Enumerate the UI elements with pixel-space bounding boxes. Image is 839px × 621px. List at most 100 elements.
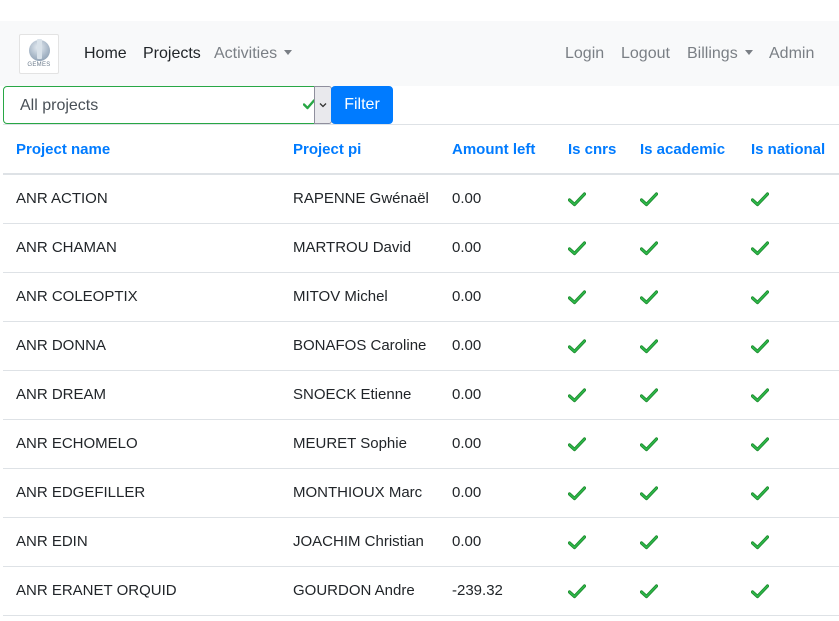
- project-name-cell: ANR EDIN: [3, 517, 280, 567]
- is-national-cell: [738, 419, 839, 469]
- logo-text: GEMES: [27, 62, 51, 68]
- table-row[interactable]: ANR DREAM SNOECK Etienne 0.00: [3, 370, 839, 420]
- check-icon: [568, 386, 586, 403]
- nav-login[interactable]: Login: [565, 44, 604, 64]
- column-header-is-academic[interactable]: Is academic: [627, 125, 738, 175]
- table-row[interactable]: ANR EDGEFILLER MONTHIOUX Marc 0.00: [3, 468, 839, 518]
- check-icon: [568, 533, 586, 550]
- nav-activities[interactable]: Activities: [214, 44, 293, 64]
- project-pi-cell: MITOV Michel: [280, 272, 439, 322]
- nav-admin[interactable]: Admin: [769, 44, 814, 64]
- amount-left-cell: 0.00: [439, 517, 555, 567]
- check-icon: [568, 239, 586, 256]
- project-name-cell: ANR ECHOMELO: [3, 419, 280, 469]
- project-pi-cell: BONAFOS Caroline: [280, 321, 439, 371]
- is-academic-cell: [627, 321, 738, 371]
- project-pi-cell: MONTHIOUX Marc: [280, 468, 439, 518]
- column-header-is-national[interactable]: Is national: [738, 125, 839, 175]
- is-cnrs-cell: [555, 566, 627, 616]
- is-national-cell: [738, 321, 839, 371]
- is-cnrs-cell: [555, 370, 627, 420]
- amount-left-cell: -239.32: [439, 566, 555, 616]
- is-academic-cell: [627, 174, 738, 224]
- project-name-cell: ANR DREAM: [3, 370, 280, 420]
- is-national-cell: [738, 223, 839, 273]
- column-header-project-name[interactable]: Project name: [3, 125, 280, 175]
- select-dropdown-button[interactable]: [314, 86, 332, 124]
- nav-home[interactable]: Home: [84, 44, 127, 64]
- project-name-cell: ANR CHAMAN: [3, 223, 280, 273]
- is-cnrs-cell: [555, 468, 627, 518]
- table-body: ANR ACTION RAPENNE Gwénaël 0.00 ANR CHAMAN M…: [3, 174, 839, 616]
- is-cnrs-cell: [555, 517, 627, 567]
- nav-billings[interactable]: Billings: [687, 44, 753, 64]
- is-national-cell: [738, 566, 839, 616]
- nav-projects[interactable]: Projects: [143, 44, 201, 64]
- is-academic-cell: [627, 370, 738, 420]
- is-national-cell: [738, 174, 839, 224]
- column-header-project-pi[interactable]: Project pi: [280, 125, 439, 175]
- table-row[interactable]: ANR CHAMAN MARTROU David 0.00: [3, 223, 839, 273]
- column-header-is-cnrs[interactable]: Is cnrs: [555, 125, 627, 175]
- caret-down-icon: [744, 50, 753, 55]
- project-pi-cell: SNOECK Etienne: [280, 370, 439, 420]
- check-icon: [568, 288, 586, 305]
- project-select[interactable]: All projects: [3, 86, 332, 124]
- is-cnrs-cell: [555, 174, 627, 224]
- project-pi-cell: RAPENNE Gwénaël: [280, 174, 439, 224]
- check-icon: [751, 435, 769, 452]
- check-icon: [751, 533, 769, 550]
- is-academic-cell: [627, 223, 738, 273]
- check-icon: [640, 386, 658, 403]
- table-header-row: Project name Project pi Amount left Is c…: [3, 125, 839, 175]
- check-icon: [640, 435, 658, 452]
- is-national-cell: [738, 468, 839, 518]
- is-national-cell: [738, 370, 839, 420]
- project-pi-cell: MARTROU David: [280, 223, 439, 273]
- table-row[interactable]: ANR COLEOPTIX MITOV Michel 0.00: [3, 272, 839, 322]
- project-name-cell: ANR ACTION: [3, 174, 280, 224]
- check-icon: [568, 582, 586, 599]
- is-academic-cell: [627, 468, 738, 518]
- is-academic-cell: [627, 272, 738, 322]
- is-academic-cell: [627, 566, 738, 616]
- nav-billings-label: Billings: [687, 45, 738, 62]
- check-icon: [640, 239, 658, 256]
- check-icon: [568, 435, 586, 452]
- check-icon: [568, 484, 586, 501]
- nav-activities-label: Activities: [214, 45, 278, 62]
- is-cnrs-cell: [555, 272, 627, 322]
- check-icon: [640, 190, 658, 207]
- logo-icon[interactable]: GEMES: [19, 34, 59, 74]
- amount-left-cell: 0.00: [439, 223, 555, 273]
- is-academic-cell: [627, 419, 738, 469]
- check-icon: [640, 533, 658, 550]
- logo-tower: [37, 39, 42, 59]
- is-cnrs-cell: [555, 321, 627, 371]
- caret-down-icon: [284, 50, 293, 55]
- filter-button[interactable]: Filter: [331, 86, 393, 124]
- navbar: GEMES Home Projects Activities Login Log…: [0, 21, 839, 86]
- is-cnrs-cell: [555, 223, 627, 273]
- project-name-cell: ANR COLEOPTIX: [3, 272, 280, 322]
- is-academic-cell: [627, 517, 738, 567]
- table-row[interactable]: ANR ECHOMELO MEURET Sophie 0.00: [3, 419, 839, 469]
- nav-logout[interactable]: Logout: [621, 44, 670, 64]
- check-icon: [751, 484, 769, 501]
- table-row[interactable]: ANR ERANET ORQUID GOURDON Andre -239.32: [3, 566, 839, 616]
- check-icon: [751, 337, 769, 354]
- amount-left-cell: 0.00: [439, 468, 555, 518]
- amount-left-cell: 0.00: [439, 272, 555, 322]
- table-row[interactable]: ANR ACTION RAPENNE Gwénaël 0.00: [3, 174, 839, 224]
- table-row[interactable]: ANR EDIN JOACHIM Christian 0.00: [3, 517, 839, 567]
- check-icon: [568, 337, 586, 354]
- chevron-down-icon: [319, 103, 327, 108]
- amount-left-cell: 0.00: [439, 174, 555, 224]
- table-row[interactable]: ANR DONNA BONAFOS Caroline 0.00: [3, 321, 839, 371]
- is-cnrs-cell: [555, 419, 627, 469]
- check-icon: [640, 484, 658, 501]
- column-header-amount-left[interactable]: Amount left: [439, 125, 555, 175]
- is-national-cell: [738, 517, 839, 567]
- check-icon: [751, 582, 769, 599]
- check-icon: [640, 337, 658, 354]
